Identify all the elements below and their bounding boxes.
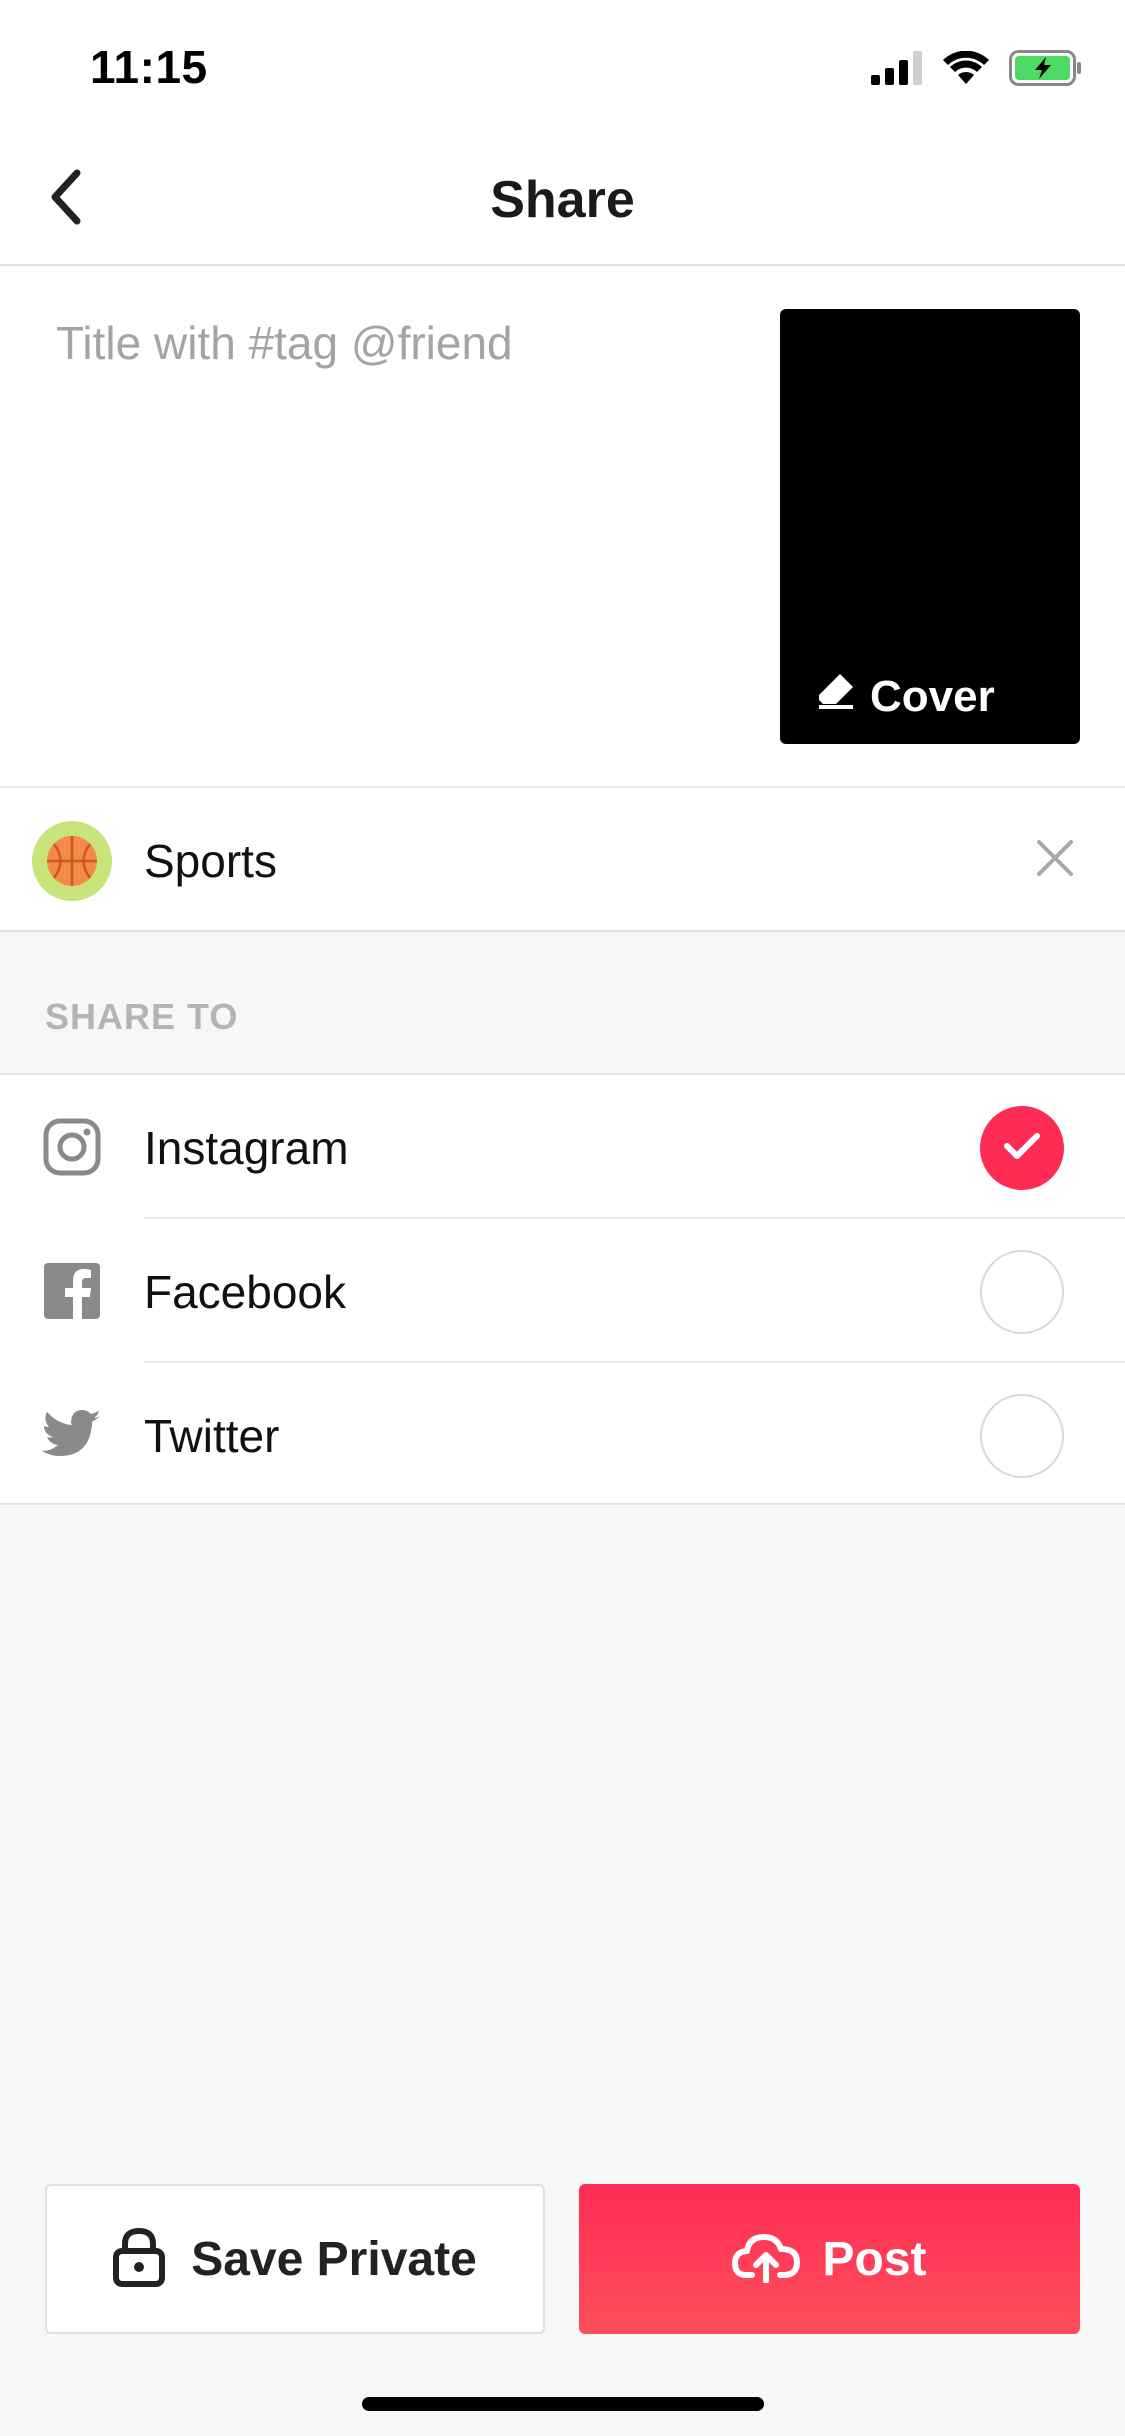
wifi-icon (943, 50, 989, 90)
category-row[interactable]: Sports (0, 788, 1125, 932)
share-item-instagram[interactable]: Instagram (0, 1075, 1125, 1219)
post-label: Post (822, 2232, 927, 2286)
save-private-button[interactable]: Save Private (45, 2184, 545, 2334)
share-screen: 11:15 Share Title with #tag @friend Cove… (0, 0, 1125, 2436)
lock-icon (113, 2227, 166, 2292)
share-item-twitter[interactable]: Twitter (0, 1363, 1125, 1507)
home-indicator[interactable] (362, 2397, 764, 2411)
cellular-signal-icon (871, 51, 923, 90)
battery-charging-icon (1009, 50, 1083, 91)
instagram-icon (42, 1117, 102, 1177)
close-icon (1035, 838, 1075, 883)
title-input[interactable] (56, 316, 756, 716)
share-list: Instagram Facebook Twitter (0, 1073, 1125, 1505)
share-section-header: SHARE TO (45, 996, 239, 1037)
share-checkbox-facebook[interactable] (980, 1250, 1064, 1334)
share-checkbox-instagram[interactable] (980, 1106, 1064, 1190)
cover-label: Cover (870, 671, 995, 721)
nav-bar: Share (0, 132, 1125, 266)
checkmark-icon (1002, 1130, 1042, 1167)
category-clear-button[interactable] (1023, 828, 1087, 892)
category-label: Sports (144, 835, 277, 887)
page-title: Share (490, 171, 635, 229)
twitter-icon (42, 1405, 102, 1465)
status-time: 11:15 (90, 41, 208, 93)
eraser-icon (816, 671, 856, 722)
share-item-label: Twitter (144, 1410, 280, 1462)
post-button[interactable]: Post (579, 2184, 1080, 2334)
cloud-upload-icon (732, 2231, 801, 2288)
status-bar: 11:15 (0, 0, 1125, 132)
compose-section: Cover (0, 266, 1125, 788)
share-item-label: Instagram (144, 1122, 349, 1174)
facebook-icon (42, 1261, 102, 1321)
share-checkbox-twitter[interactable] (980, 1394, 1064, 1478)
basketball-icon (32, 821, 112, 901)
share-item-label: Facebook (144, 1266, 347, 1318)
cover-thumbnail[interactable]: Cover (780, 309, 1080, 744)
share-item-facebook[interactable]: Facebook (0, 1219, 1125, 1363)
status-icons (871, 50, 1083, 91)
cover-button[interactable]: Cover (816, 671, 995, 722)
save-private-label: Save Private (191, 2232, 477, 2286)
